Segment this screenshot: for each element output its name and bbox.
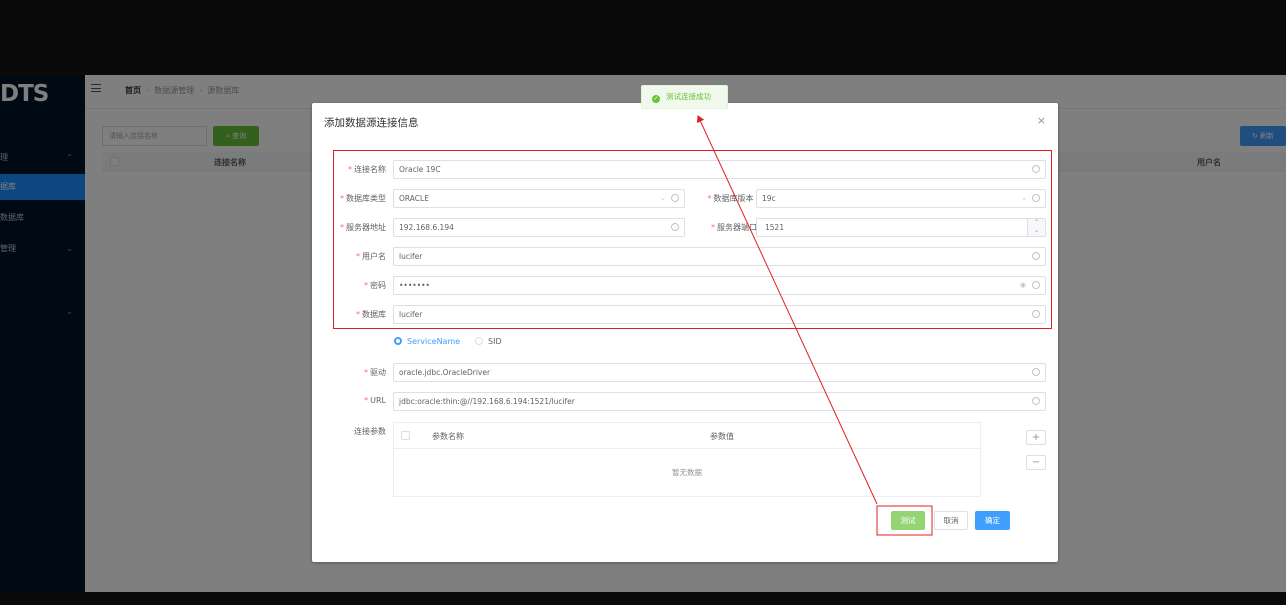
valid-check-icon [1032,397,1040,405]
port-label: * 服务器端口 [711,223,757,232]
host-input[interactable]: 192.168.6.194 [393,218,685,237]
chevron-down-icon: ⌄ [660,194,666,202]
db-type-label: * 数据库类型 [340,194,386,203]
driver-input[interactable]: oracle.jdbc.OracleDriver [393,363,1046,382]
params-table-header: 参数名称 参数值 [394,423,980,449]
radio-sid[interactable]: SID [475,337,502,346]
decrement-icon[interactable]: ⌄ [1028,227,1045,235]
url-value: jdbc:oracle:thin:@//192.168.6.194:1521/l… [399,397,575,406]
driver-label: * 驱动 [364,368,386,377]
conn-name-value: Oracle 19C [399,165,441,174]
radio-dot [394,337,402,345]
host-value: 192.168.6.194 [399,223,454,232]
valid-check-icon [1032,368,1040,376]
remove-param-button[interactable]: − [1026,455,1046,470]
close-icon[interactable]: × [1037,114,1046,127]
increment-icon[interactable]: ⌃ [1028,219,1045,227]
driver-value: oracle.jdbc.OracleDriver [399,368,491,377]
conn-name-label: * 连接名称 [348,165,386,174]
radio-dot [475,337,483,345]
port-spinner: ⌃ ⌄ [1027,219,1045,236]
radio-servicename-label: ServiceName [407,337,461,346]
database-input[interactable]: lucifer [393,305,1046,324]
password-value: ••••••• [399,281,430,290]
check-circle-icon: ✓ [652,95,660,103]
dialog-title: 添加数据源连接信息 [324,117,419,129]
valid-check-icon [1032,165,1040,173]
radio-servicename[interactable]: ServiceName [394,337,460,346]
add-param-button[interactable]: + [1026,430,1046,445]
db-type-select[interactable]: ORACLE ⌄ [393,189,685,208]
conn-name-input[interactable]: Oracle 19C [393,160,1046,179]
radio-sid-label: SID [488,337,502,346]
eye-icon[interactable]: ◉ [1020,277,1026,294]
db-version-value: 19c [762,194,776,203]
db-version-label: *数据库版本 ? [690,193,764,204]
username-value: lucifer [399,252,423,261]
valid-check-icon [1032,281,1040,289]
db-version-select[interactable]: 19c ⌄ [756,189,1046,208]
database-label: * 数据库 [356,310,386,319]
db-type-value: ORACLE [399,194,429,203]
valid-check-icon [671,223,679,231]
password-label: * 密码 [364,281,386,290]
toast-message: 测试连接成功 [666,92,711,101]
add-datasource-dialog: 添加数据源连接信息 × * 连接名称 Oracle 19C * 数据库类型 ORAC… [312,103,1058,562]
valid-check-icon [671,194,679,202]
params-empty-text: 暂无数据 [672,468,702,477]
cancel-button[interactable]: 取消 [934,511,968,530]
host-label: * 服务器地址 [340,223,386,232]
valid-check-icon [1032,310,1040,318]
confirm-button[interactable]: 确定 [975,511,1010,530]
valid-check-icon [1032,194,1040,202]
password-input[interactable]: ••••••• ◉ [393,276,1046,295]
success-toast: ✓ 测试连接成功 [641,85,728,109]
params-label: 连接参数 [354,427,386,436]
database-value: lucifer [399,310,423,319]
params-select-all-checkbox[interactable] [401,431,410,440]
username-label: * 用户名 [356,252,386,261]
url-input[interactable]: jdbc:oracle:thin:@//192.168.6.194:1521/l… [393,392,1046,411]
valid-check-icon [1032,252,1040,260]
port-stepper[interactable]: 1521 ⌃ ⌄ [756,218,1046,237]
params-col-name: 参数名称 [432,432,464,441]
url-label: * URL [364,396,386,405]
username-input[interactable]: lucifer [393,247,1046,266]
chevron-down-icon: ⌄ [1021,194,1027,202]
params-col-value: 参数值 [710,432,734,441]
test-button[interactable]: 测试 [891,511,925,530]
params-table: 参数名称 参数值 暂无数据 [393,422,981,497]
port-value: 1521 [765,223,785,232]
